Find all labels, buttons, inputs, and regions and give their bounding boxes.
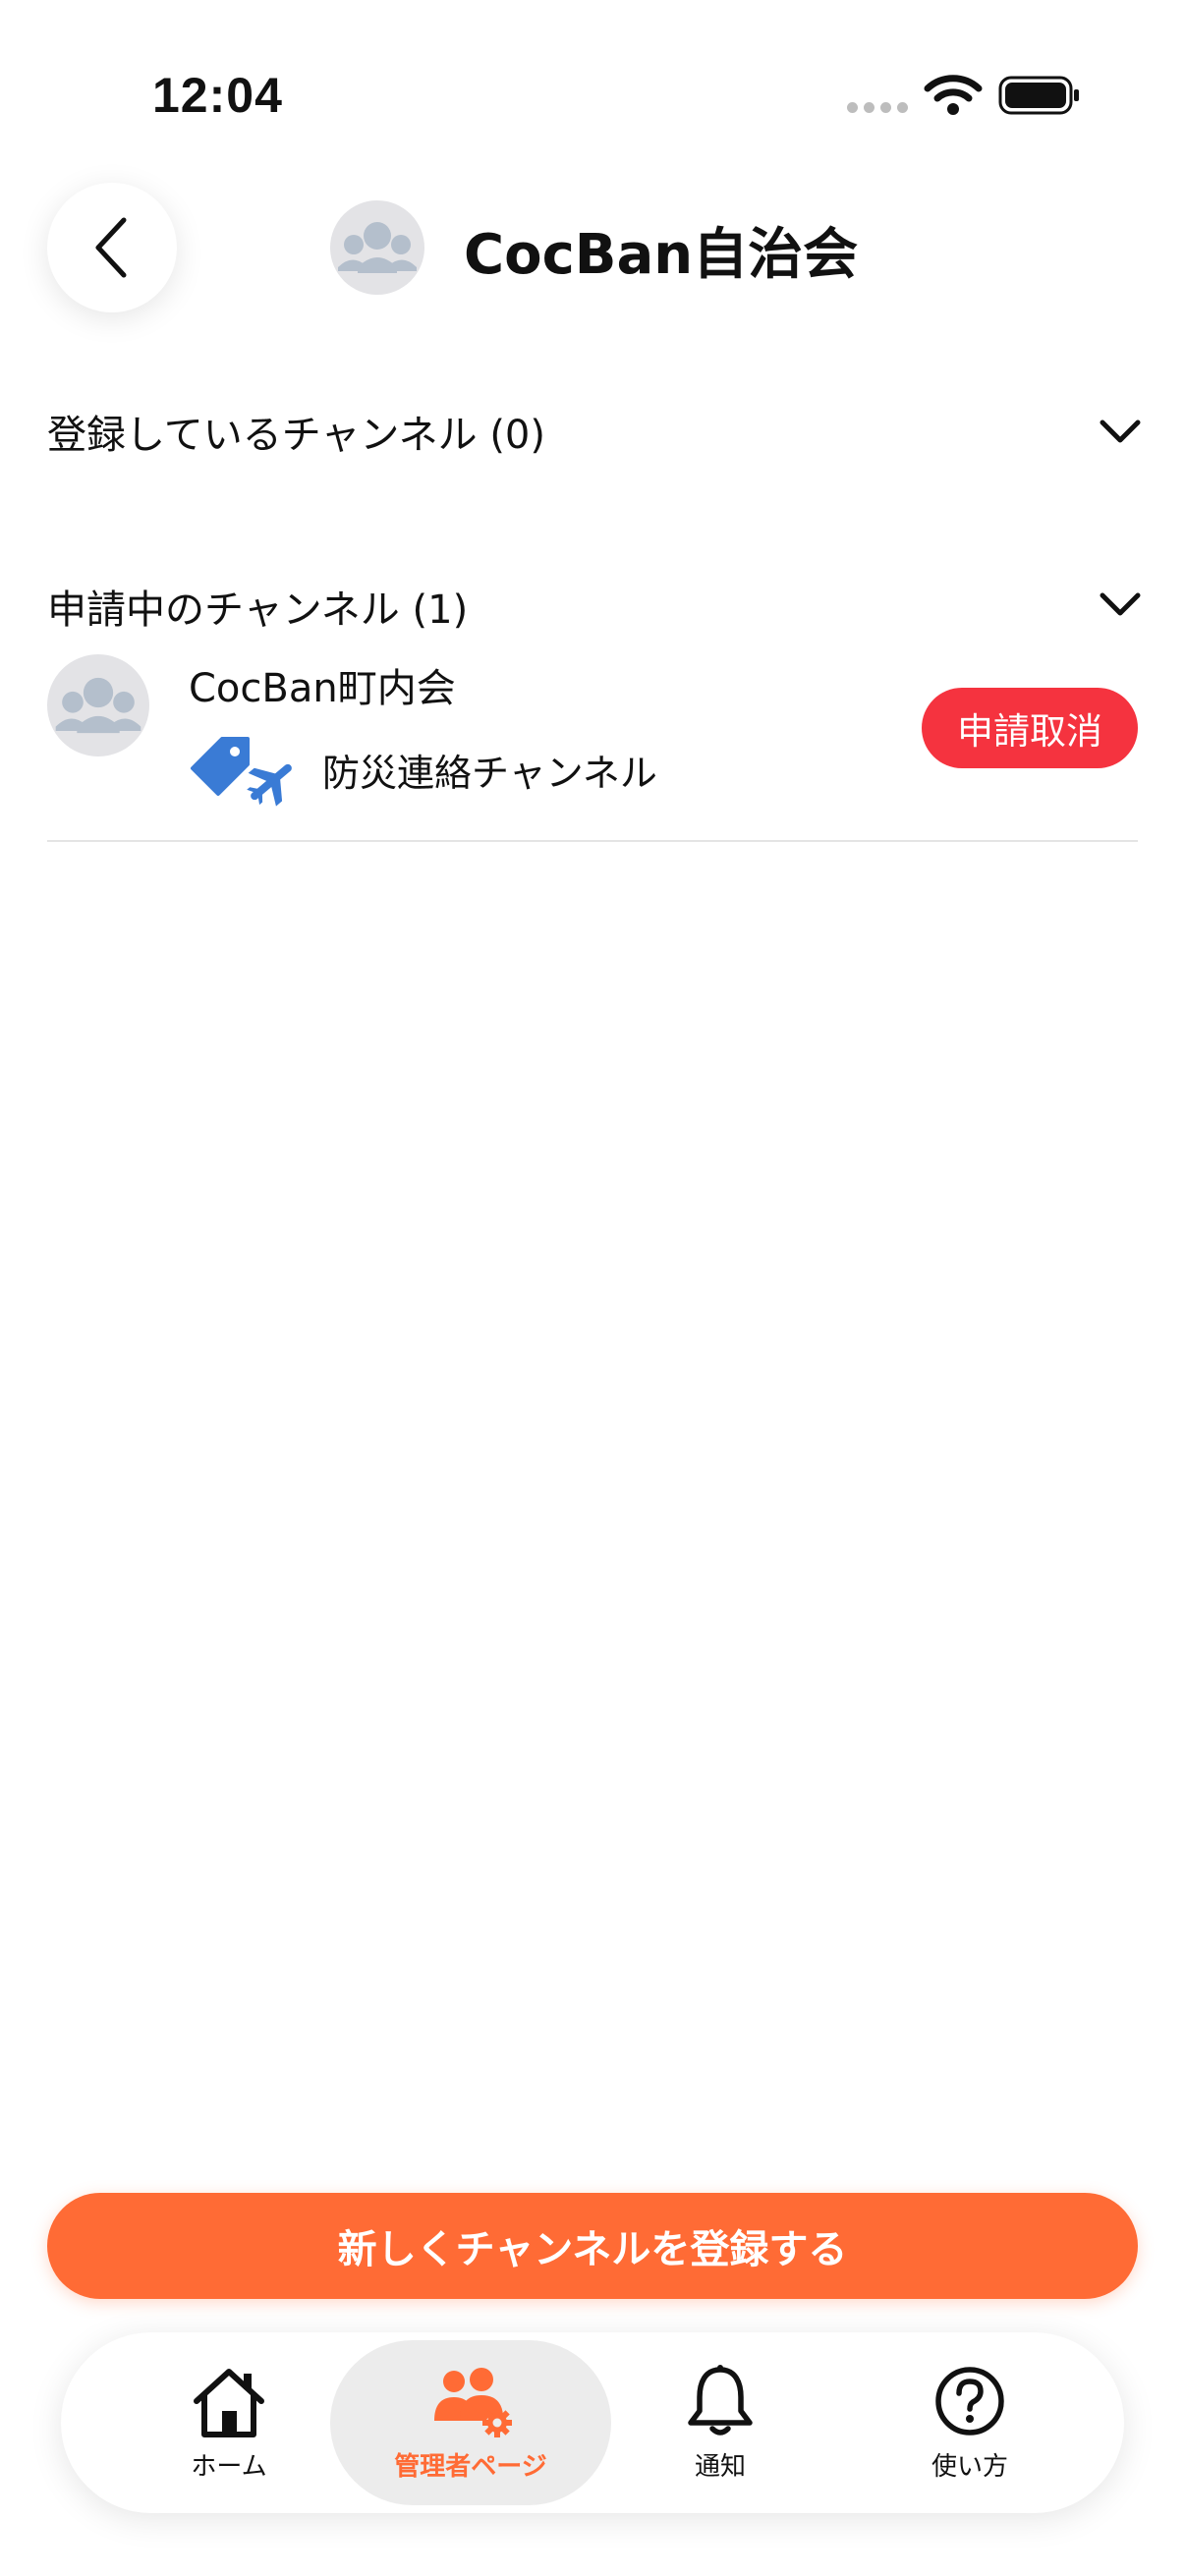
- group-avatar: [330, 200, 424, 295]
- tab-notifications[interactable]: 通知: [580, 2340, 861, 2505]
- register-channel-button[interactable]: 新しくチャンネルを登録する: [47, 2193, 1138, 2299]
- home-icon: [194, 2368, 264, 2437]
- help-icon: [935, 2366, 1004, 2436]
- tab-help[interactable]: 使い方: [829, 2340, 1110, 2505]
- status-time: 12:04: [152, 68, 283, 123]
- tab-home[interactable]: ホーム: [88, 2340, 369, 2505]
- group-icon: [55, 677, 141, 734]
- bell-icon: [688, 2364, 753, 2436]
- divider: [47, 840, 1138, 842]
- group-icon: [338, 222, 417, 273]
- tag-plane-icon: [191, 737, 292, 807]
- tab-bar: ホーム 管理者ページ 通知 使い方: [61, 2332, 1124, 2513]
- tab-label: 使い方: [931, 2451, 1008, 2482]
- wifi-icon: [924, 75, 983, 115]
- channel-name: 防災連絡チャンネル: [322, 752, 657, 795]
- tab-label: ホーム: [191, 2451, 267, 2482]
- chevron-down-icon[interactable]: [1099, 589, 1142, 619]
- page-title: CocBan自治会: [464, 223, 859, 287]
- registered-section-title: 登録しているチャンネル (0): [47, 413, 545, 458]
- tab-label: 通知: [694, 2451, 746, 2482]
- cancel-request-button[interactable]: 申請取消: [922, 688, 1138, 768]
- channel-group-avatar: [47, 654, 149, 756]
- pending-section-title: 申請中のチャンネル (1): [47, 588, 469, 633]
- tab-label: 管理者ページ: [394, 2451, 547, 2482]
- chevron-down-icon[interactable]: [1099, 417, 1142, 446]
- tab-admin[interactable]: 管理者ページ: [330, 2340, 611, 2505]
- cellular-signal-icon: [847, 102, 908, 113]
- back-button[interactable]: [47, 183, 177, 312]
- chevron-left-icon: [95, 217, 127, 278]
- group-name: CocBan町内会: [189, 666, 456, 711]
- admin-icon: [434, 2367, 512, 2437]
- battery-icon: [998, 76, 1079, 115]
